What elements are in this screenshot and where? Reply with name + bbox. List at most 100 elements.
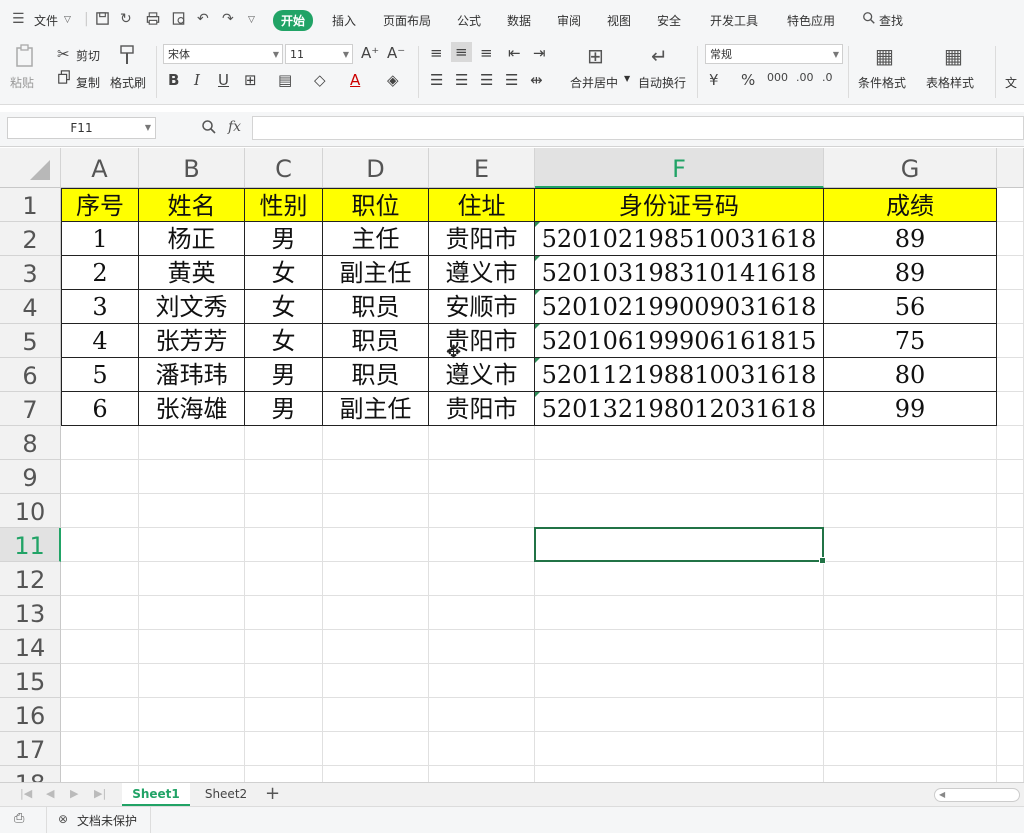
empty-cell[interactable] (61, 732, 139, 766)
empty-cell[interactable] (535, 698, 824, 732)
empty-cell[interactable] (323, 460, 429, 494)
undo-icon[interactable]: ↶ (197, 11, 209, 27)
empty-cell[interactable] (997, 664, 1024, 698)
empty-cell[interactable] (824, 460, 997, 494)
print-preview-icon[interactable] (171, 11, 187, 30)
header-cell[interactable]: 成绩 (824, 188, 997, 222)
increase-indent-icon[interactable]: ⇥ (533, 44, 546, 62)
next-sheet-icon[interactable]: ▶ (70, 787, 78, 800)
save-icon[interactable] (95, 11, 110, 30)
data-cell[interactable]: 520106199906161815 (535, 324, 824, 358)
fill-handle[interactable] (819, 557, 826, 564)
empty-cell[interactable] (824, 426, 997, 460)
empty-cell[interactable] (323, 698, 429, 732)
empty-cell[interactable] (997, 698, 1024, 732)
data-cell[interactable]: 2 (61, 256, 139, 290)
align-center-icon[interactable]: ☰ (455, 71, 468, 89)
percent-button[interactable]: % (741, 71, 755, 89)
output-pdf-icon[interactable]: ↻ (120, 11, 132, 27)
empty-cell[interactable] (61, 426, 139, 460)
row-header-5[interactable]: 5 (0, 324, 61, 358)
font-size-select[interactable]: 11 ▼ (285, 44, 353, 64)
data-cell[interactable]: 520103198310141618 (535, 256, 824, 290)
empty-cell[interactable] (429, 630, 535, 664)
empty-cell[interactable] (824, 630, 997, 664)
empty-cell[interactable] (139, 562, 245, 596)
customize-chevron-icon[interactable]: ▽ (248, 15, 255, 25)
column-header-f[interactable]: F (535, 148, 824, 188)
sheet-tab-sheet1[interactable]: Sheet1 (122, 783, 190, 806)
data-cell[interactable]: 杨正 (139, 222, 245, 256)
header-cell[interactable]: 身份证号码 (535, 188, 824, 222)
data-cell[interactable]: 潘玮玮 (139, 358, 245, 392)
decrease-font-icon[interactable]: A⁻ (387, 44, 405, 62)
data-cell[interactable]: 职员 (323, 324, 429, 358)
empty-cell[interactable] (997, 630, 1024, 664)
row-header-12[interactable]: 12 (0, 562, 61, 596)
empty-cell[interactable] (997, 426, 1024, 460)
empty-cell[interactable] (323, 426, 429, 460)
column-header-d[interactable]: D (323, 148, 429, 188)
empty-cell[interactable] (429, 460, 535, 494)
empty-cell[interactable] (323, 664, 429, 698)
search-icon[interactable] (862, 11, 876, 29)
conditional-format-icon[interactable]: ▦ (875, 44, 894, 68)
row-header-10[interactable]: 10 (0, 494, 61, 528)
empty-cell[interactable] (323, 562, 429, 596)
data-cell[interactable]: 75 (824, 324, 997, 358)
data-cell[interactable]: 张芳芳 (139, 324, 245, 358)
tab-review[interactable]: 审阅 (557, 12, 581, 29)
header-cell[interactable]: 住址 (429, 188, 535, 222)
search-label[interactable]: 查找 (879, 12, 903, 29)
empty-cell[interactable] (245, 460, 323, 494)
empty-cell[interactable] (323, 630, 429, 664)
bold-button[interactable]: B (168, 71, 179, 89)
empty-cell[interactable] (824, 766, 997, 782)
column-header-c[interactable]: C (245, 148, 323, 188)
row-header-14[interactable]: 14 (0, 630, 61, 664)
empty-cell[interactable] (997, 188, 1024, 222)
thousands-icon[interactable]: 000 (767, 71, 788, 84)
increase-font-icon[interactable]: A⁺ (361, 44, 379, 62)
merge-center-icon[interactable]: ⊞ (587, 44, 604, 68)
formula-input[interactable] (252, 116, 1024, 140)
empty-cell[interactable] (61, 460, 139, 494)
empty-cell[interactable] (323, 732, 429, 766)
row-header-1[interactable]: 1 (0, 188, 61, 222)
empty-cell[interactable] (61, 766, 139, 782)
empty-cell[interactable] (61, 630, 139, 664)
column-header-a[interactable]: A (61, 148, 139, 188)
data-cell[interactable]: 贵阳市 (429, 222, 535, 256)
chevron-down-icon[interactable]: ▼ (624, 74, 630, 83)
column-header-g[interactable]: G (824, 148, 997, 188)
align-middle-icon[interactable]: ≡ (451, 42, 472, 62)
empty-cell[interactable] (535, 630, 824, 664)
header-cell[interactable]: 姓名 (139, 188, 245, 222)
data-cell[interactable]: 女 (245, 324, 323, 358)
header-cell[interactable]: 职位 (323, 188, 429, 222)
data-cell[interactable]: 刘文秀 (139, 290, 245, 324)
data-cell[interactable]: 80 (824, 358, 997, 392)
decrease-decimal-icon[interactable]: .0 (822, 71, 833, 84)
data-cell[interactable]: 女 (245, 256, 323, 290)
empty-cell[interactable] (824, 596, 997, 630)
data-cell[interactable]: 黄英 (139, 256, 245, 290)
selected-cell-outline[interactable] (534, 527, 826, 564)
format-painter-icon[interactable] (118, 44, 138, 71)
empty-cell[interactable] (824, 562, 997, 596)
currency-icon[interactable]: ¥ (709, 71, 719, 89)
data-cell[interactable]: 副主任 (323, 392, 429, 426)
empty-cell[interactable] (139, 596, 245, 630)
header-cell[interactable]: 性别 (245, 188, 323, 222)
empty-cell[interactable] (429, 698, 535, 732)
row-header-17[interactable]: 17 (0, 732, 61, 766)
empty-cell[interactable] (61, 698, 139, 732)
row-header-6[interactable]: 6 (0, 358, 61, 392)
empty-cell[interactable] (535, 562, 824, 596)
empty-cell[interactable] (245, 562, 323, 596)
empty-cell[interactable] (997, 256, 1024, 290)
row-header-18[interactable]: 18 (0, 766, 61, 782)
empty-cell[interactable] (997, 562, 1024, 596)
empty-cell[interactable] (323, 766, 429, 782)
align-left-icon[interactable]: ☰ (430, 71, 443, 89)
